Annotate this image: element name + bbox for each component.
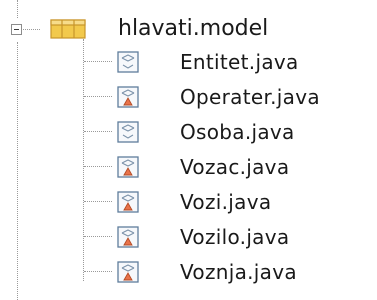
file-label: Vozilo.java <box>180 225 290 249</box>
tree-connector <box>84 96 112 97</box>
tree-node-file[interactable]: Vozi.java <box>0 185 377 219</box>
package-icon <box>50 19 86 39</box>
java-class-icon <box>117 191 139 213</box>
tree-connector <box>84 166 112 167</box>
file-label: Voznja.java <box>180 260 297 284</box>
tree-connector <box>84 131 112 132</box>
collapse-toggle-icon[interactable] <box>11 24 22 35</box>
tree-connector <box>84 61 112 62</box>
file-label: Entitet.java <box>180 50 299 74</box>
java-class-icon <box>117 51 139 73</box>
tree-node-file[interactable]: Voznja.java <box>0 255 377 289</box>
java-class-icon <box>117 121 139 143</box>
java-class-icon <box>117 156 139 178</box>
tree-node-file[interactable]: Vozilo.java <box>0 220 377 254</box>
tree-node-file[interactable]: Operater.java <box>0 80 377 114</box>
file-label: Vozi.java <box>180 190 272 214</box>
tree-connector <box>84 271 112 272</box>
java-class-icon <box>117 226 139 248</box>
tree-guide-line <box>17 0 18 18</box>
tree-connector <box>23 29 40 30</box>
file-label: Operater.java <box>180 85 320 109</box>
java-class-icon <box>117 86 139 108</box>
tree-connector <box>84 201 112 202</box>
project-tree: hlavati.model Entitet.java Operater.java O… <box>0 0 377 300</box>
file-label: Vozac.java <box>180 155 290 179</box>
tree-connector <box>84 236 112 237</box>
tree-node-file[interactable]: Osoba.java <box>0 115 377 149</box>
java-class-icon <box>117 261 139 283</box>
tree-node-file[interactable]: Entitet.java <box>0 45 377 79</box>
file-label: Osoba.java <box>180 120 295 144</box>
package-label: hlavati.model <box>118 16 269 41</box>
tree-node-file[interactable]: Vozac.java <box>0 150 377 184</box>
